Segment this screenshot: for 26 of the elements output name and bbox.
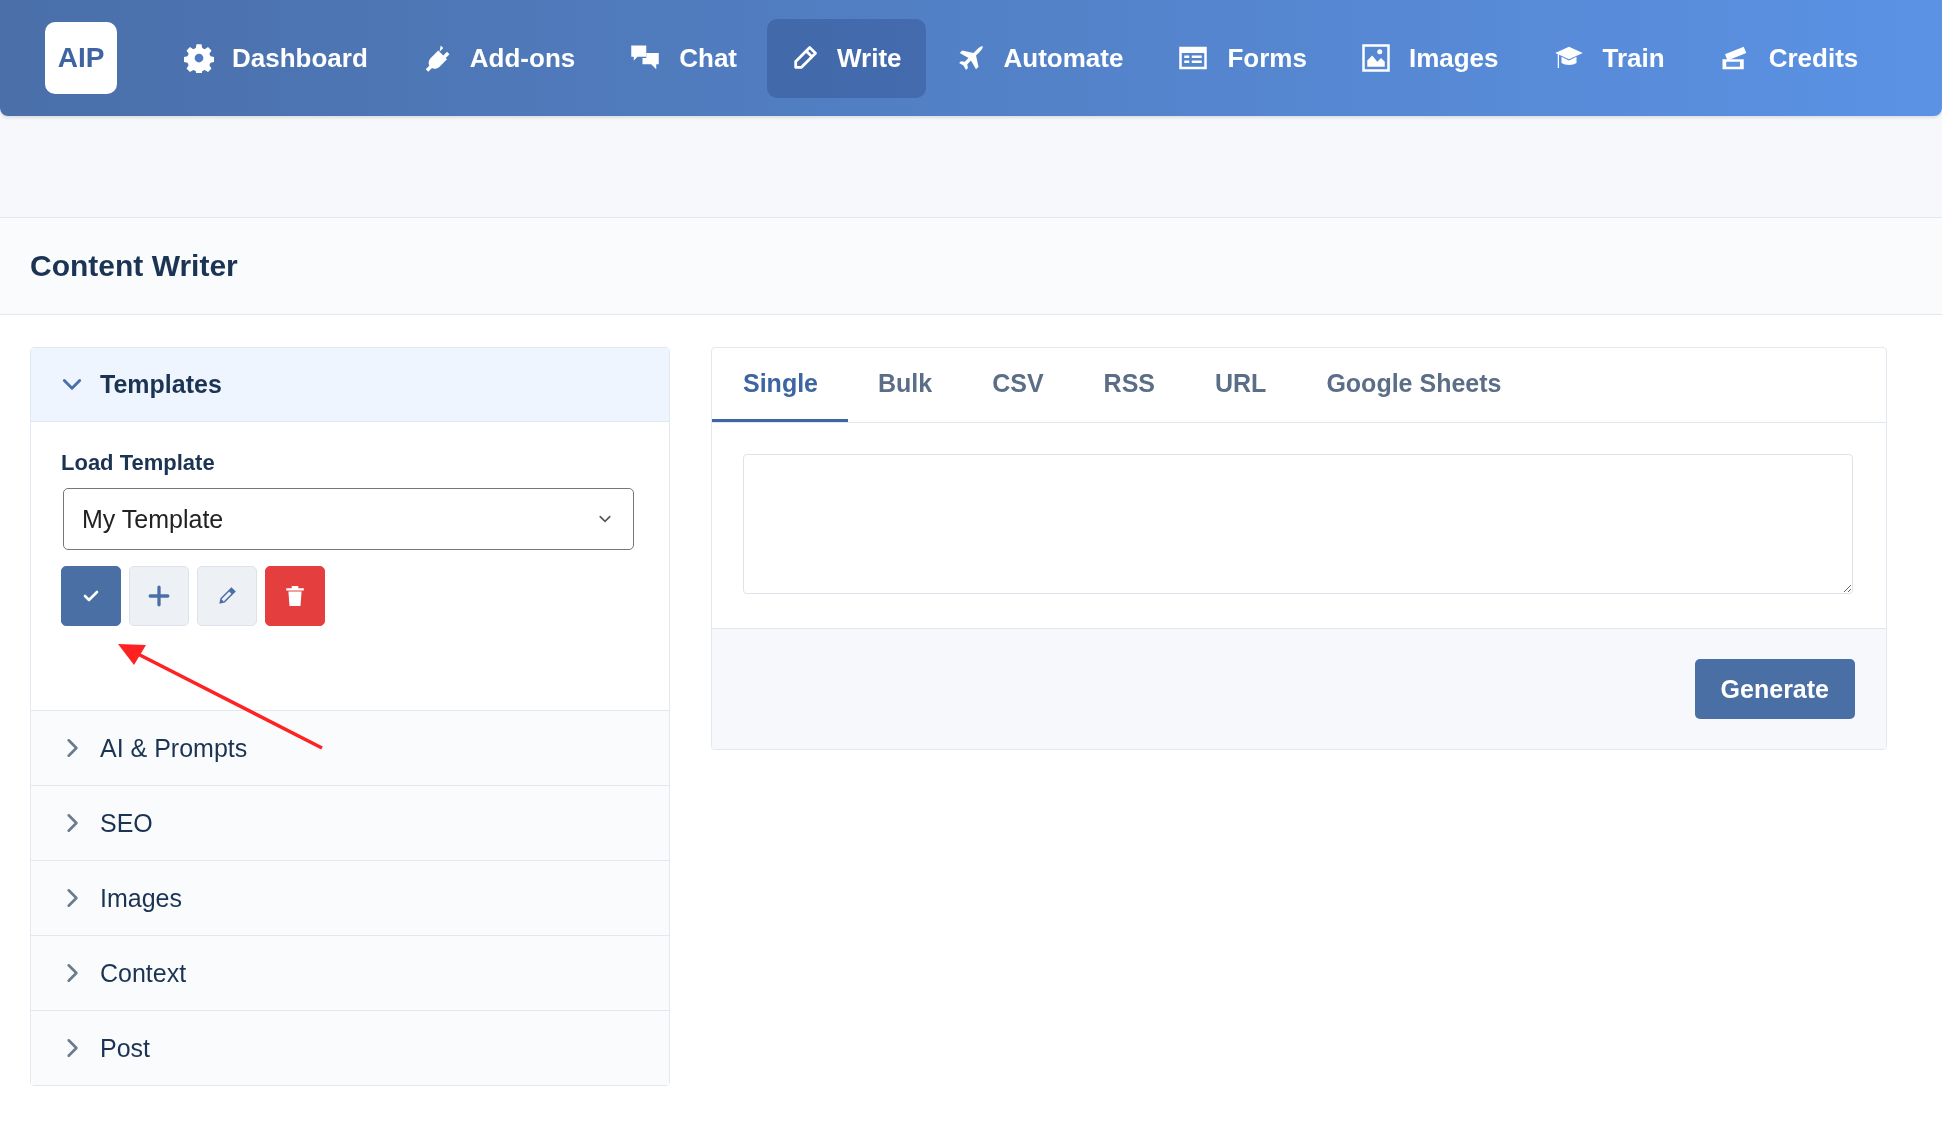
tab[interactable]: Google Sheets (1296, 348, 1532, 422)
nav-tab[interactable]: Add-ons (397, 18, 600, 98)
template-select[interactable]: My Template (63, 488, 634, 550)
accordion-header[interactable]: Post (31, 1011, 669, 1085)
accordion-header[interactable]: Images (31, 861, 669, 935)
generate-button[interactable]: Generate (1694, 659, 1855, 719)
tab[interactable]: Bulk (848, 348, 963, 422)
nav-tab[interactable]: Dashboard (160, 18, 392, 98)
accordion-header[interactable]: SEO (31, 786, 669, 860)
nav-tab[interactable]: Credits (1694, 18, 1883, 98)
tab[interactable]: Single (712, 348, 848, 422)
accordion-header[interactable]: Context (31, 936, 669, 1010)
page-title: Content Writer (30, 249, 238, 283)
accordion-header[interactable]: Templates (31, 348, 669, 422)
tab[interactable]: RSS (1073, 348, 1185, 422)
nav-tab[interactable]: Chat (605, 18, 761, 98)
tab[interactable]: URL (1185, 348, 1297, 422)
logo[interactable]: AIP (45, 22, 117, 94)
nav-tab[interactable]: Train (1528, 18, 1689, 98)
field-label: Load Template (61, 450, 215, 476)
nav-tab[interactable]: Write (767, 18, 926, 98)
accordion-header[interactable]: AI & Prompts (31, 711, 669, 785)
tab[interactable]: CSV (962, 348, 1074, 422)
nav-tab[interactable]: Images (1336, 18, 1523, 98)
nav-tab[interactable]: Forms (1153, 18, 1331, 98)
nav-tab[interactable]: Automate (931, 18, 1148, 98)
